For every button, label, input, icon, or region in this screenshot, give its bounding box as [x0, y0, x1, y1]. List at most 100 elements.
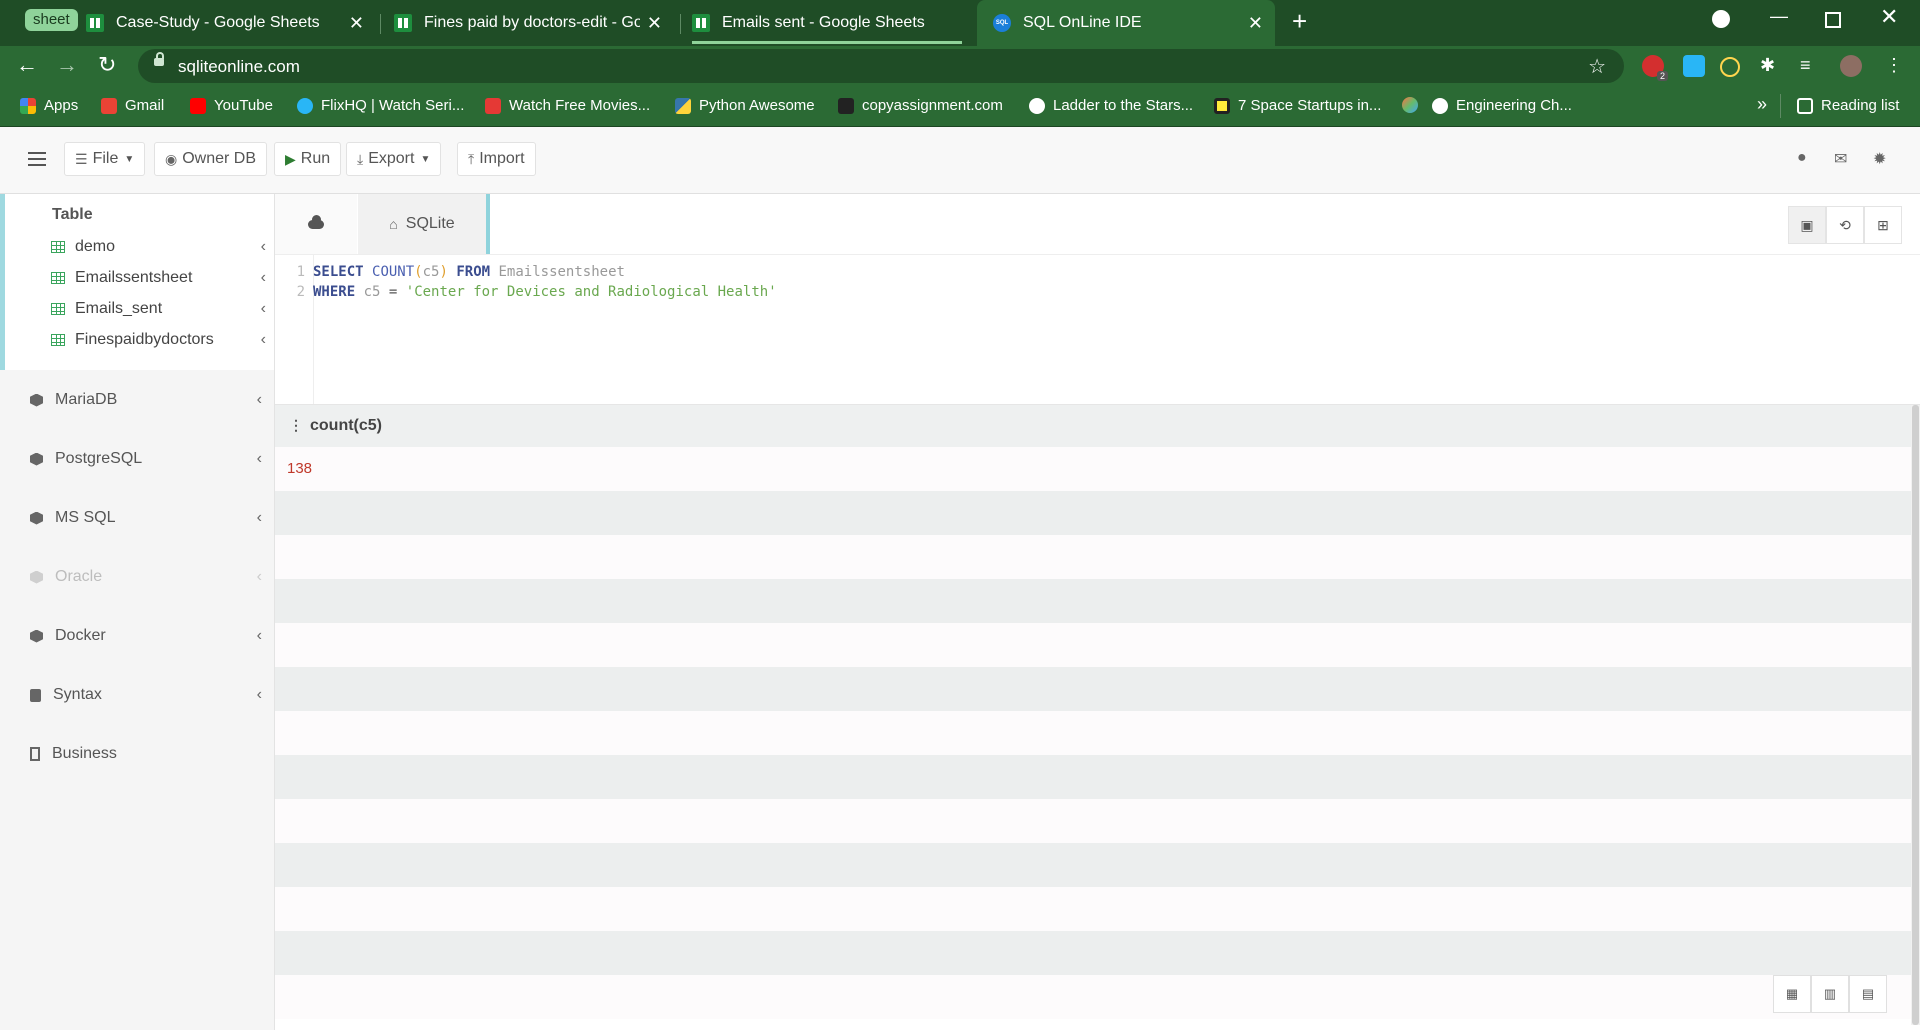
bookmark-python-awesome[interactable]: Python Awesome — [675, 97, 815, 114]
settings-gear-icon[interactable]: ✹ — [1873, 149, 1886, 169]
cube-icon — [30, 629, 43, 643]
bookmark-copyassignment[interactable]: copyassignment.com — [838, 97, 1003, 114]
tab-sqlite[interactable]: ⌂ SQLite — [358, 194, 490, 254]
chevron-left-icon[interactable]: ‹ — [261, 300, 266, 318]
sidebar-item-oracle[interactable]: Oracle ‹ — [30, 565, 262, 589]
code-text: WHERE c5 = 'Center for Devices and Radio… — [313, 284, 777, 300]
sidebar-item-mariadb[interactable]: MariaDB ‹ — [30, 388, 262, 412]
tab-separator — [680, 14, 681, 34]
reading-list-icon — [1797, 97, 1813, 114]
bookmark-colorful[interactable] — [1402, 97, 1426, 113]
tab-cloud[interactable] — [275, 194, 357, 254]
sidebar-item-mssql[interactable]: MS SQL ‹ — [30, 506, 262, 530]
cube-icon — [30, 452, 43, 466]
table-row-empty — [275, 799, 1911, 843]
window-close-icon[interactable]: ✕ — [1880, 4, 1898, 30]
table-row-empty — [275, 711, 1911, 755]
apps-grid-icon — [20, 97, 36, 114]
bookmark-label: Gmail — [125, 97, 165, 114]
tab-fines-paid[interactable]: Fines paid by doctors-edit - Goo ✕ — [394, 6, 674, 40]
caret-down-icon: ▼ — [124, 153, 135, 165]
tab-group-chip[interactable]: sheet — [25, 9, 78, 31]
sidebar-item-syntax[interactable]: Syntax ‹ — [30, 683, 262, 707]
reload-icon[interactable]: ↻ — [98, 52, 116, 78]
bookmark-flixhq[interactable]: FlixHQ | Watch Seri... — [297, 97, 464, 114]
code-line[interactable]: 2 WHERE c5 = 'Center for Devices and Radi… — [275, 282, 777, 302]
bookmark-apps[interactable]: Apps — [20, 97, 78, 114]
new-tab-icon[interactable]: + — [1292, 8, 1307, 34]
extensions-puzzle-icon[interactable]: ✱ — [1760, 55, 1782, 77]
reading-list-label: Reading list — [1821, 97, 1900, 114]
bookmark-star-icon[interactable]: ☆ — [1588, 54, 1606, 79]
bookmarks-overflow[interactable]: » — [1757, 94, 1767, 115]
profile-avatar[interactable] — [1840, 55, 1862, 77]
back-arrow-icon[interactable]: ← — [16, 52, 38, 78]
user-icon[interactable]: ● — [1797, 149, 1807, 167]
result-cell[interactable]: 138 — [287, 460, 312, 477]
bookmark-engineering[interactable]: Engineering Ch... — [1432, 97, 1572, 114]
scrollbar-thumb[interactable] — [1912, 405, 1919, 1025]
chevron-left-icon[interactable]: ‹ — [261, 331, 266, 349]
url-text[interactable]: sqliteonline.com — [178, 57, 300, 77]
chevron-left-icon[interactable]: ‹ — [261, 238, 266, 256]
table-item-demo[interactable]: demo ‹ — [51, 236, 266, 258]
column-menu-icon[interactable]: ⋮ — [289, 417, 303, 434]
tab-label: SQLite — [405, 215, 455, 232]
sidebar-item-docker[interactable]: Docker ‹ — [30, 624, 262, 648]
bookmark-7-space-startups[interactable]: 7 Space Startups in... — [1214, 97, 1381, 114]
table-row[interactable]: 138 — [275, 447, 1911, 491]
google-sheets-icon — [692, 14, 710, 32]
bookmark-gmail[interactable]: Gmail — [101, 97, 164, 114]
tab-emails-sent[interactable]: Emails sent - Google Sheets — [692, 6, 972, 44]
tab-case-study[interactable]: Case-Study - Google Sheets ✕ — [86, 6, 376, 40]
import-button[interactable]: ⤒ Import — [457, 142, 536, 176]
media-control-icon[interactable]: ≡ — [1800, 55, 1822, 77]
adblock-extension-icon[interactable]: 2 — [1642, 55, 1668, 81]
add-icon[interactable]: ⊞ — [1864, 206, 1902, 244]
google-sheets-icon — [394, 14, 412, 32]
code-line[interactable]: 1 SELECT COUNT(c5) FROM Emailssentsheet — [275, 262, 625, 282]
tab-sql-online-ide[interactable]: SQL SQL OnLine IDE ✕ — [977, 0, 1275, 46]
restore-icon[interactable] — [1825, 12, 1841, 28]
table-item-emailssentsheet[interactable]: Emailssentsheet ‹ — [51, 267, 266, 289]
bookmark-watch-free-movies[interactable]: Watch Free Movies... — [485, 97, 650, 114]
owner-db-button[interactable]: ◉ Owner DB — [154, 142, 268, 176]
reading-list[interactable]: Reading list — [1797, 97, 1899, 114]
address-bar[interactable]: sqliteonline.com ☆ — [138, 49, 1624, 83]
forward-arrow-icon[interactable]: → — [56, 52, 78, 78]
minimize-icon[interactable]: — — [1770, 6, 1788, 27]
chevron-left-icon[interactable]: ‹ — [261, 269, 266, 287]
close-icon[interactable]: ✕ — [1248, 13, 1263, 34]
browser-menu-icon[interactable]: ⋮ — [1885, 55, 1907, 77]
sidebar-item-business[interactable]: Business — [30, 742, 262, 766]
table-item-finespaidbydoctors[interactable]: Finespaidbydoctors ‹ — [51, 329, 266, 351]
refresh-icon[interactable]: ⟲ — [1826, 206, 1864, 244]
tab-title: SQL OnLine IDE — [1023, 14, 1142, 31]
book-view-icon[interactable]: ▤ — [1849, 975, 1887, 1013]
run-button[interactable]: ▶ Run — [274, 142, 342, 176]
line-number: 2 — [296, 284, 305, 300]
sidebar-item-postgresql[interactable]: PostgreSQL ‹ — [30, 447, 262, 471]
result-scrollbar[interactable] — [1911, 405, 1920, 1025]
coin-extension-icon[interactable] — [1720, 57, 1740, 77]
table-item-emails-sent[interactable]: Emails_sent ‹ — [51, 298, 266, 320]
tab-title: Fines paid by doctors-edit - Goo — [424, 14, 640, 31]
hamburger-menu-icon[interactable] — [28, 152, 46, 166]
close-icon[interactable]: ✕ — [349, 13, 364, 34]
table-grid-icon — [51, 241, 65, 253]
mail-icon[interactable]: ✉ — [1834, 149, 1847, 169]
table-view-icon[interactable]: ▦ — [1773, 975, 1811, 1013]
translate-extension-icon[interactable] — [1683, 55, 1705, 77]
chart-view-icon[interactable]: ▥ — [1811, 975, 1849, 1013]
close-icon[interactable]: ✕ — [647, 13, 662, 34]
tab-search-icon[interactable] — [1712, 10, 1730, 28]
bookmark-youtube[interactable]: YouTube — [190, 97, 273, 114]
save-icon[interactable]: ▣ — [1788, 206, 1826, 244]
bookmark-ladder-to-the-stars[interactable]: Ladder to the Stars... — [1029, 97, 1193, 114]
column-header[interactable]: count(c5) — [310, 417, 382, 435]
table-row-empty — [275, 843, 1911, 887]
bookmarks-bar: Apps Gmail YouTube FlixHQ | Watch Seri..… — [0, 86, 1920, 127]
export-button[interactable]: ⤓ Export ▼ — [346, 142, 442, 176]
youtube-icon — [190, 97, 206, 114]
file-menu-button[interactable]: ☰ File ▼ — [64, 142, 146, 176]
